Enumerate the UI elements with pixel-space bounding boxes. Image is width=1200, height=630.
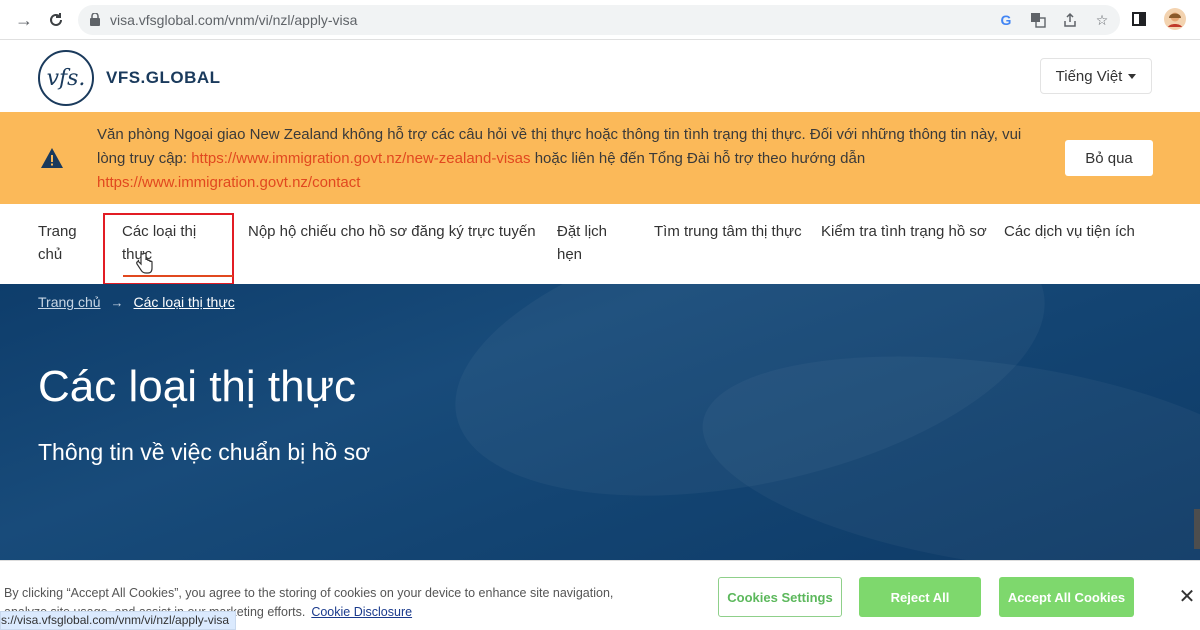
banner-message: Văn phòng Ngoại giao New Zealand không h… (97, 123, 1037, 195)
skip-button[interactable]: Bỏ qua (1065, 140, 1153, 176)
nav-item-find-centre[interactable]: Tìm trung tâm thị thực (654, 220, 804, 243)
breadcrumb-current[interactable]: Các loại thị thực (134, 294, 235, 310)
logo-mark: vfs. (46, 65, 86, 91)
status-bar-url: s://visa.vfsglobal.com/vnm/vi/nzl/apply-… (0, 611, 237, 630)
notice-banner: Văn phòng Ngoại giao New Zealand không h… (0, 112, 1200, 204)
language-select[interactable]: Tiếng Việt (1040, 58, 1152, 94)
breadcrumb: Trang chủ → Các loại thị thực (38, 294, 235, 310)
logo-text[interactable]: VFS.GLOBAL (106, 68, 221, 88)
hand-cursor-icon (136, 252, 153, 274)
accept-all-cookies-button[interactable]: Accept All Cookies (999, 577, 1134, 617)
nav-item-value-added-services[interactable]: Các dịch vụ tiện ích (1004, 220, 1144, 243)
arrow-right-icon: → (110, 294, 124, 310)
site-header: vfs. VFS.GLOBAL Tiếng Việt (0, 40, 1200, 112)
nav-item-track-application[interactable]: Kiểm tra tình trạng hồ sơ (821, 220, 991, 243)
warning-icon (41, 148, 63, 168)
nav-item-home[interactable]: Trang chủ (38, 220, 98, 266)
banner-text-2: hoặc liên hệ đến Tổng Đài hỗ trợ theo hư… (530, 150, 866, 167)
google-icon[interactable]: G (996, 10, 1016, 30)
address-text: visa.vfsglobal.com/vnm/vi/nzl/apply-visa (110, 12, 358, 28)
nav-item-book-appointment[interactable]: Đặt lịch hẹn (557, 220, 627, 266)
close-icon[interactable]: ✕ (1176, 585, 1198, 608)
share-icon[interactable] (1060, 10, 1080, 30)
back-arrow-icon[interactable]: → (12, 8, 36, 32)
main-navigation: Trang chủ Các loại thị thực Nộp hộ chiếu… (0, 204, 1200, 285)
nav-item-submit-passport[interactable]: Nộp hộ chiếu cho hồ sơ đăng ký trực tuyế… (248, 220, 538, 243)
bookmark-star-icon[interactable]: ☆ (1092, 10, 1112, 30)
lock-icon (90, 13, 100, 26)
language-label: Tiếng Việt (1055, 67, 1123, 85)
hero-section: Trang chủ → Các loại thị thực Các loại t… (0, 284, 1200, 560)
vfs-logo[interactable]: vfs. (38, 50, 94, 106)
scrollbar-thumb[interactable] (1194, 509, 1200, 549)
address-bar[interactable]: visa.vfsglobal.com/vnm/vi/nzl/apply-visa… (78, 5, 1120, 35)
profile-avatar[interactable] (1164, 8, 1186, 30)
side-panel-icon[interactable] (1128, 8, 1150, 30)
active-nav-underline (123, 275, 233, 277)
page-title: Các loại thị thực (38, 362, 357, 411)
page-subtitle: Thông tin về việc chuẩn bị hồ sơ (38, 439, 371, 465)
cookies-settings-button[interactable]: Cookies Settings (718, 577, 842, 617)
caret-down-icon (1128, 73, 1137, 79)
translate-icon[interactable] (1028, 10, 1048, 30)
cookie-disclosure-link[interactable]: Cookie Disclosure (311, 605, 412, 619)
reload-icon[interactable] (44, 8, 68, 32)
browser-toolbar: → visa.vfsglobal.com/vnm/vi/nzl/apply-vi… (0, 0, 1200, 40)
breadcrumb-home[interactable]: Trang chủ (38, 294, 101, 310)
reject-all-button[interactable]: Reject All (859, 577, 981, 617)
immigration-contact-link[interactable]: https://www.immigration.govt.nz/contact (97, 174, 360, 191)
immigration-visas-link[interactable]: https://www.immigration.govt.nz/new-zeal… (191, 150, 530, 167)
